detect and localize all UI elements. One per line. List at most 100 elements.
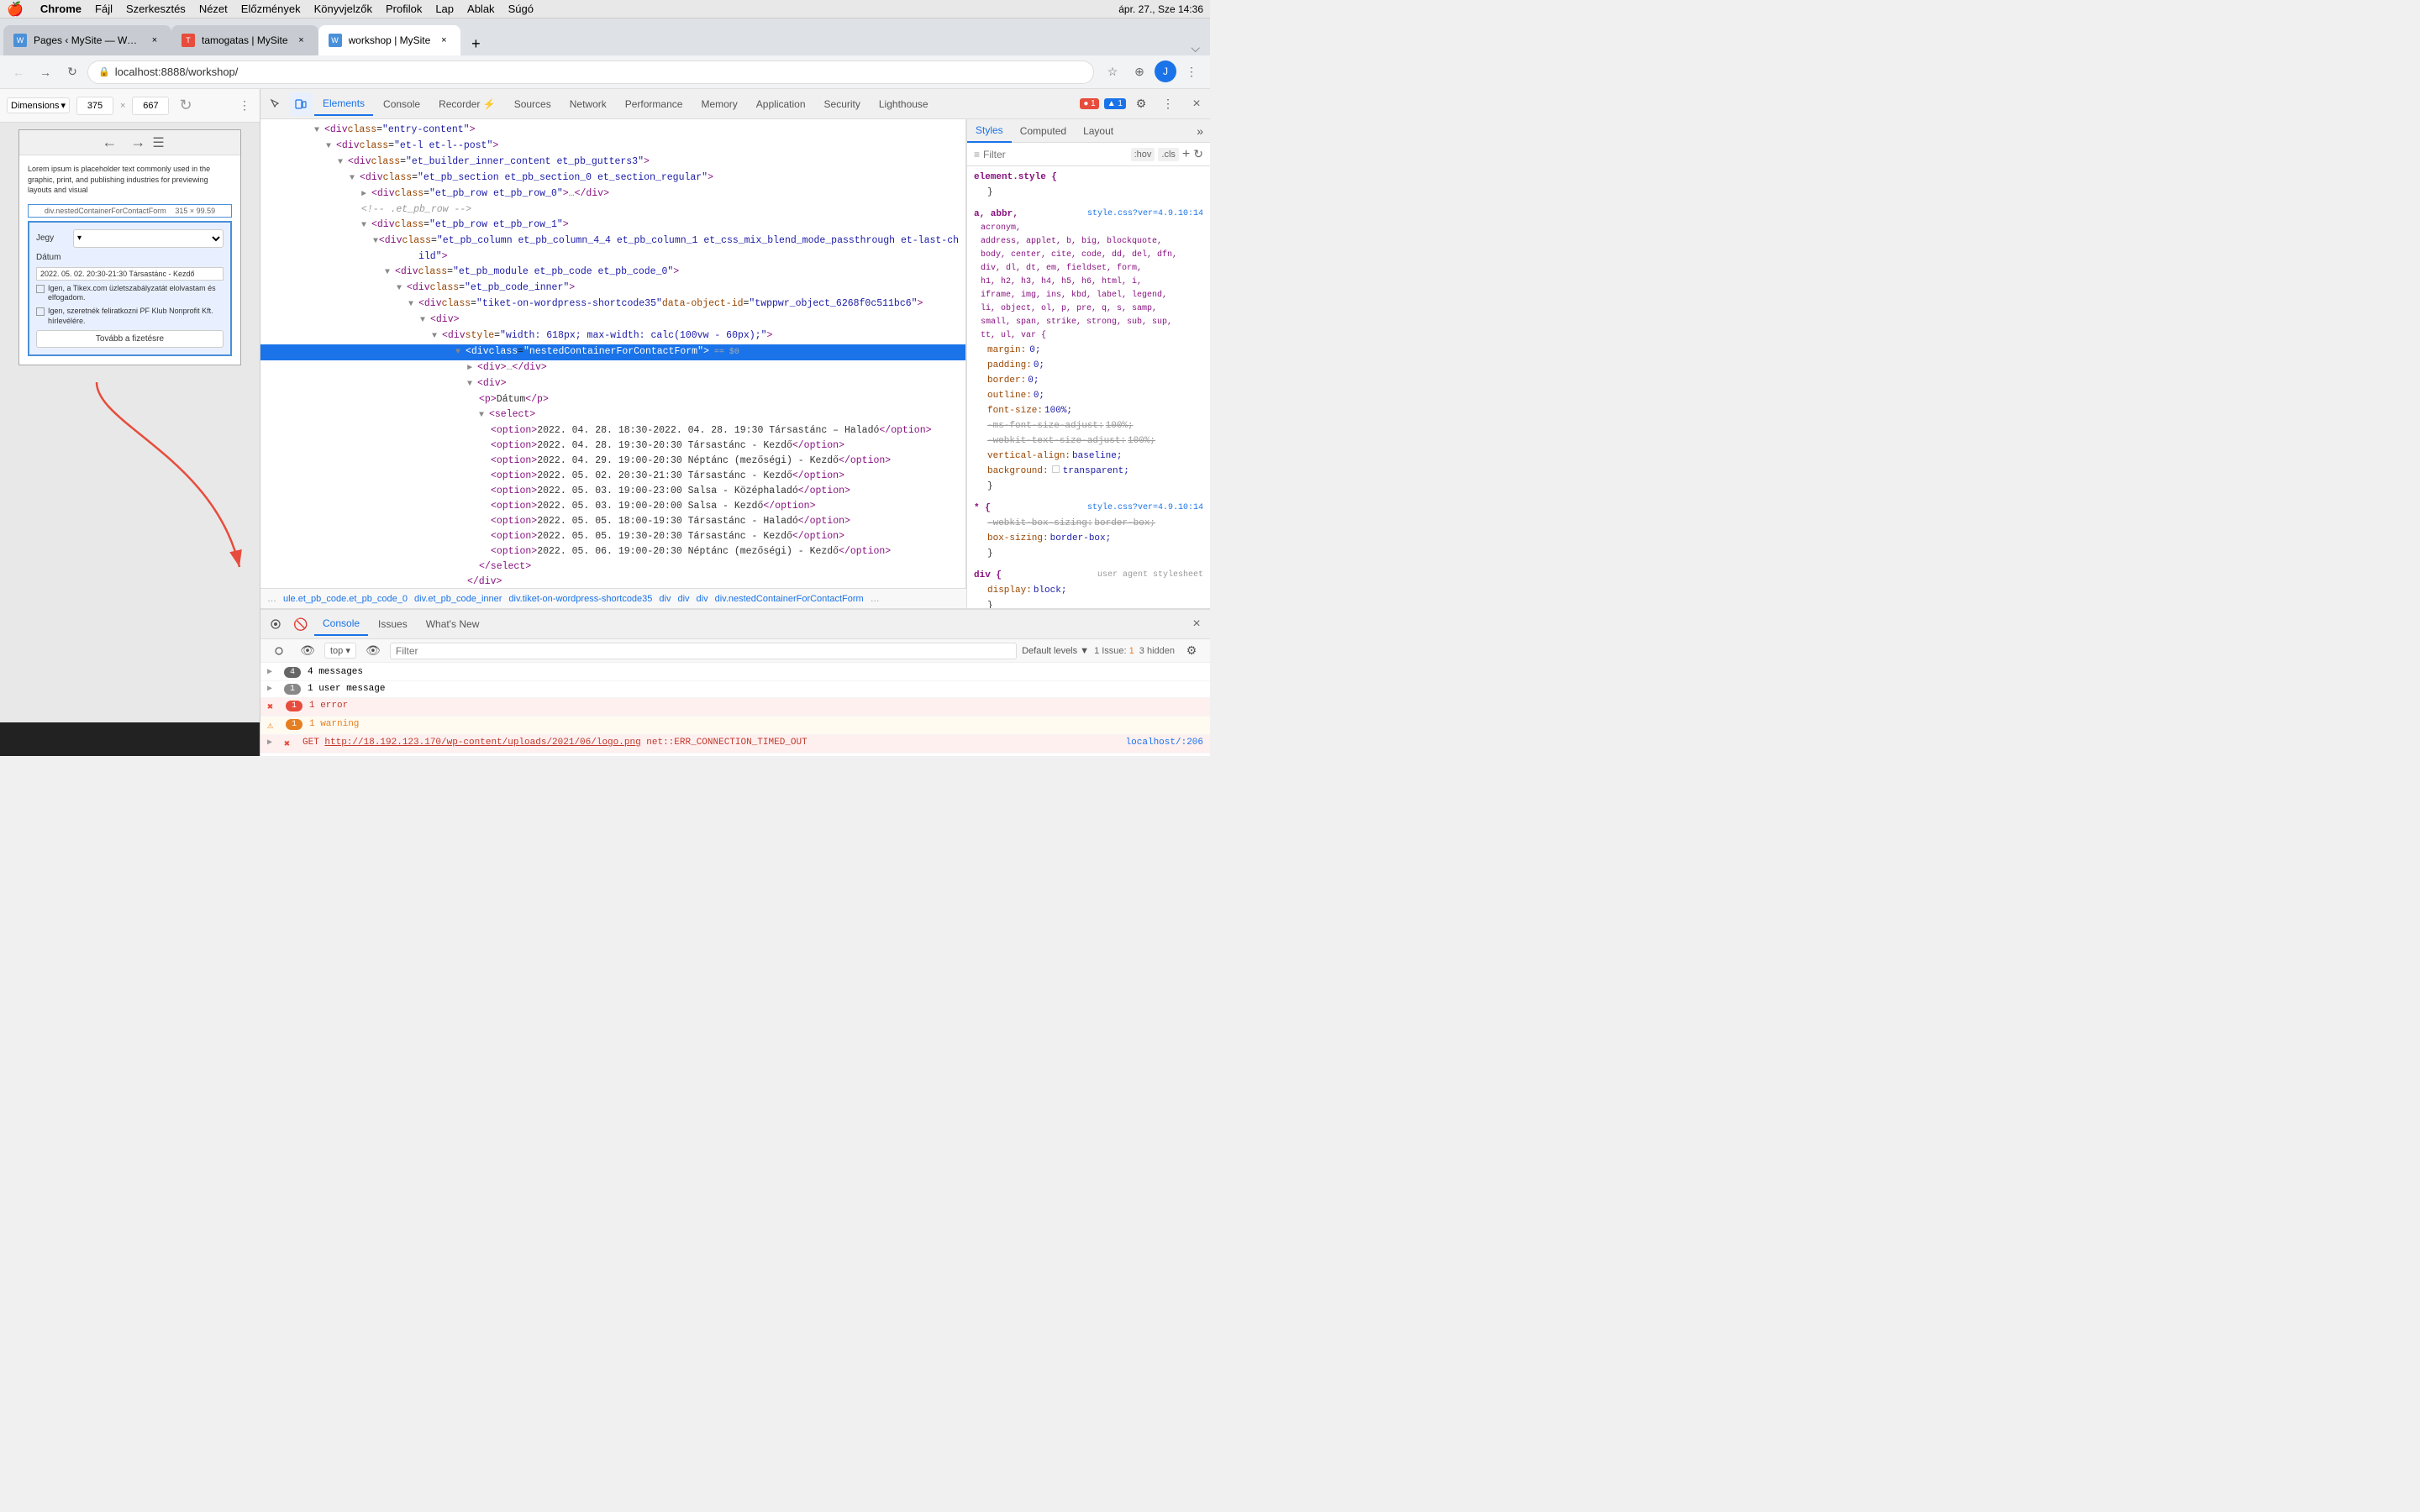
- ticket-select[interactable]: ▾: [73, 229, 224, 248]
- performance-tab[interactable]: Performance: [617, 92, 692, 116]
- checkbox-1[interactable]: [36, 285, 45, 293]
- breadcrumb-item-7[interactable]: div.nestedContainerForContactForm: [715, 594, 864, 604]
- html-line-27[interactable]: <option>2022. 05. 06. 19:00-20:30 Néptán…: [260, 544, 965, 559]
- menu-button[interactable]: ⋮: [1180, 60, 1203, 84]
- expand-12[interactable]: ▼: [420, 313, 430, 328]
- console-error-detail[interactable]: ▶ ✖ GET http://18.192.123.170/wp-content…: [260, 735, 1210, 753]
- style-source-big[interactable]: style.css?ver=4.9.10:14: [1087, 207, 1203, 222]
- html-line-2[interactable]: ▼ <div class="et-l et-l--post" >: [260, 139, 965, 155]
- expand-messages[interactable]: ▶: [267, 667, 277, 677]
- tab-wordpress[interactable]: W Pages ‹ MySite — WordPress ×: [3, 25, 171, 55]
- reload-button[interactable]: ↻: [60, 60, 84, 84]
- bookmarks-menu[interactable]: Könyvjelzők: [314, 3, 372, 15]
- more-options-button[interactable]: ⋮: [1156, 92, 1180, 116]
- expand-8[interactable]: ▼: [373, 234, 379, 249]
- settings-button[interactable]: ⚙: [1129, 92, 1153, 116]
- error-source[interactable]: localhost/:206: [1126, 738, 1203, 748]
- tab-close-3[interactable]: ×: [437, 34, 450, 47]
- console-eye-btn[interactable]: 👁: [296, 639, 319, 663]
- inspect-button[interactable]: [264, 92, 287, 116]
- console-filter-input[interactable]: [390, 643, 1017, 659]
- add-style-button[interactable]: +: [1182, 147, 1190, 162]
- html-line-6[interactable]: <!-- .et_pb_row -->: [260, 202, 965, 218]
- customize-button[interactable]: ⊕: [1128, 60, 1151, 84]
- history-menu[interactable]: Előzmények: [241, 3, 301, 15]
- tab-close-2[interactable]: ×: [295, 34, 308, 47]
- security-tab[interactable]: Security: [816, 92, 869, 116]
- styles-tab-layout[interactable]: Layout: [1075, 119, 1122, 143]
- recorder-tab[interactable]: Recorder ⚡: [430, 92, 504, 116]
- view-menu[interactable]: Nézet: [199, 3, 228, 15]
- console-tab[interactable]: Console: [314, 612, 368, 636]
- html-line-7[interactable]: ▼ <div class="et_pb_row et_pb_row_1" >: [260, 218, 965, 234]
- background-swatch[interactable]: [1052, 465, 1060, 473]
- html-line-26[interactable]: <option>2022. 05. 05. 19:30-20:30 Társas…: [260, 529, 965, 544]
- expand-4[interactable]: ▼: [350, 171, 360, 186]
- console-toolbar-btn[interactable]: [267, 639, 291, 663]
- html-line-5[interactable]: ► <div class="et_pb_row et_pb_row_0" >…<…: [260, 186, 965, 202]
- memory-tab[interactable]: Memory: [692, 92, 745, 116]
- html-line-14[interactable]: ▼ <div class="nestedContainerForContactF…: [260, 344, 965, 360]
- expand-2[interactable]: ▼: [326, 139, 336, 155]
- whatsnew-tab[interactable]: What's New: [418, 612, 488, 636]
- html-line-21[interactable]: <option>2022. 04. 29. 19:00-20:30 Néptán…: [260, 454, 965, 469]
- lighthouse-tab[interactable]: Lighthouse: [871, 92, 937, 116]
- console-gear-btn[interactable]: ⚙: [1180, 639, 1203, 663]
- forward-button[interactable]: →: [34, 60, 57, 84]
- tab-list-button[interactable]: ⌵: [1191, 41, 1200, 55]
- error-url[interactable]: http://18.192.123.170/wp-content/uploads…: [324, 738, 640, 748]
- expand-11[interactable]: ▼: [408, 297, 418, 312]
- tab-workshop[interactable]: W workshop | MySite ×: [318, 25, 461, 55]
- rotate-button[interactable]: ↻: [179, 97, 192, 114]
- device-toolbar-button[interactable]: [289, 92, 313, 116]
- devtools-close-button[interactable]: ×: [1186, 94, 1207, 114]
- breadcrumb-item-4[interactable]: div: [659, 594, 671, 604]
- styles-tab-more[interactable]: »: [1190, 124, 1210, 138]
- html-line-12[interactable]: ▼ <div>: [260, 312, 965, 328]
- tab-menu[interactable]: Lap: [435, 3, 454, 15]
- window-menu[interactable]: Ablak: [467, 3, 495, 15]
- breadcrumb-item-6[interactable]: div: [697, 594, 708, 604]
- console-entry-user[interactable]: ▶ 1 1 user message: [260, 681, 1210, 698]
- address-bar[interactable]: 🔒 localhost:8888/workshop/: [87, 60, 1094, 84]
- nav-forward-preview[interactable]: →: [130, 134, 145, 151]
- edit-menu[interactable]: Szerkesztés: [126, 3, 186, 15]
- network-tab[interactable]: Network: [561, 92, 615, 116]
- html-line-1[interactable]: ▼ <div class="entry-content" >: [260, 123, 965, 139]
- html-line-28[interactable]: </select>: [260, 559, 965, 575]
- html-line-16[interactable]: ▼ <div>: [260, 376, 965, 392]
- html-line-15[interactable]: ► <div>…</div>: [260, 360, 965, 376]
- html-panel[interactable]: ▼ <div class="entry-content" > ▼ <div cl…: [260, 119, 966, 588]
- html-line-17[interactable]: <p>Dátum</p>: [260, 392, 965, 407]
- expand-7[interactable]: ▼: [361, 218, 371, 234]
- style-source-star[interactable]: style.css?ver=4.9.10:14: [1087, 501, 1203, 516]
- html-line-4[interactable]: ▼ <div class="et_pb_section et_pb_sectio…: [260, 171, 965, 186]
- breadcrumb-item-5[interactable]: div: [677, 594, 689, 604]
- breadcrumb-item-1[interactable]: ule.et_pb_code.et_pb_code_0: [283, 594, 408, 604]
- html-line-8b[interactable]: ild">: [260, 249, 965, 265]
- top-context-selector[interactable]: top ▾: [324, 643, 356, 659]
- html-line-9[interactable]: ▼ <div class="et_pb_module et_pb_code et…: [260, 265, 965, 281]
- back-button[interactable]: ←: [7, 60, 30, 84]
- profile-button[interactable]: J: [1155, 60, 1176, 82]
- chrome-menu-item[interactable]: Chrome: [40, 3, 82, 15]
- nav-back-preview[interactable]: ←: [102, 134, 117, 151]
- application-tab[interactable]: Application: [748, 92, 814, 116]
- console-entry-messages[interactable]: ▶ 4 4 messages: [260, 664, 1210, 681]
- html-line-13[interactable]: ▼ <div style="width: 618px; max-width: c…: [260, 328, 965, 344]
- sources-tab[interactable]: Sources: [506, 92, 560, 116]
- default-levels-btn[interactable]: Default levels ▼: [1022, 646, 1089, 656]
- profiles-menu[interactable]: Profilok: [386, 3, 422, 15]
- html-line-29[interactable]: </div>: [260, 575, 965, 588]
- html-line-18[interactable]: ▼ <select>: [260, 407, 965, 423]
- breadcrumb-item-2[interactable]: div.et_pb_code_inner: [414, 594, 502, 604]
- issues-tab[interactable]: Issues: [370, 612, 416, 636]
- html-line-24[interactable]: <option>2022. 05. 03. 19:00-20:00 Salsa …: [260, 499, 965, 514]
- preview-menu-button[interactable]: ⋮: [236, 97, 253, 114]
- checkbox-2[interactable]: [36, 307, 45, 316]
- height-input[interactable]: [132, 97, 169, 115]
- styles-tab-styles[interactable]: Styles: [967, 119, 1012, 143]
- tab-tamogatas[interactable]: T tamogatas | MySite ×: [171, 25, 318, 55]
- console-entry-error[interactable]: ✖ 1 1 error: [260, 698, 1210, 717]
- html-line-10[interactable]: ▼ <div class="et_pb_code_inner" >: [260, 281, 965, 297]
